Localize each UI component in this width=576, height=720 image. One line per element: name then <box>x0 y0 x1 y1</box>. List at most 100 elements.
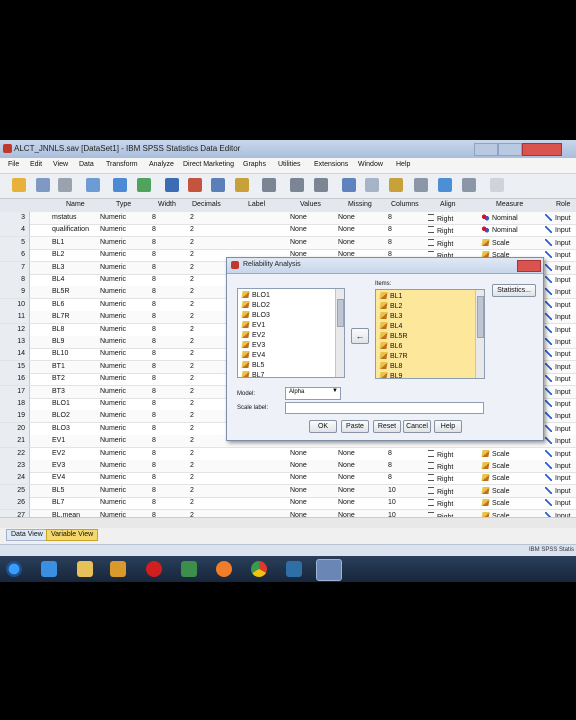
cell-role[interactable]: Input <box>545 238 571 247</box>
cell-columns[interactable]: 10 <box>388 499 396 506</box>
cell-type[interactable]: Numeric <box>100 288 126 295</box>
cell-dec[interactable]: 2 <box>190 400 194 407</box>
row-number[interactable]: 26 <box>0 497 30 510</box>
table-row[interactable]: 26 BL7 Numeric 8 2 None None 10 Right Scale Input <box>0 497 576 511</box>
cell-dec[interactable]: 2 <box>190 301 194 308</box>
menu-graphs[interactable]: Graphs <box>243 161 266 168</box>
cell-type[interactable]: Numeric <box>100 474 126 481</box>
cell-name[interactable]: BL4 <box>52 276 64 283</box>
cell-name[interactable]: BL9 <box>52 338 64 345</box>
source-variable-item[interactable]: BLO1 <box>241 291 270 299</box>
col-header-missing[interactable]: Missing <box>348 201 372 208</box>
cell-role[interactable]: Input <box>545 499 571 507</box>
selected-item[interactable]: BL4 <box>379 322 402 330</box>
cell-type[interactable]: Numeric <box>100 251 126 258</box>
cell-measure[interactable]: Scale <box>481 499 510 507</box>
row-number[interactable]: 15 <box>0 360 30 373</box>
cell-width[interactable]: 8 <box>152 326 156 333</box>
row-number[interactable]: 6 <box>0 249 30 262</box>
row-number[interactable]: 21 <box>0 435 30 448</box>
weight-cases-icon[interactable] <box>365 178 379 192</box>
cell-type[interactable]: Numeric <box>100 239 126 246</box>
cell-dec[interactable]: 2 <box>190 338 194 345</box>
cell-role[interactable]: Input <box>545 350 571 358</box>
cell-missing[interactable]: None <box>338 239 355 246</box>
find-icon[interactable] <box>262 178 276 192</box>
horizontal-scrollbar[interactable] <box>0 517 576 528</box>
cell-dec[interactable]: 2 <box>190 363 194 370</box>
row-number[interactable]: 10 <box>0 298 30 311</box>
col-header-label[interactable]: Label <box>248 201 265 208</box>
menu-utilities[interactable]: Utilities <box>278 161 301 168</box>
cell-width[interactable]: 8 <box>152 388 156 395</box>
cell-dec[interactable]: 2 <box>190 487 194 494</box>
row-number[interactable]: 18 <box>0 398 30 410</box>
cell-dec[interactable]: 2 <box>190 388 194 395</box>
source-variable-item[interactable]: BL5 <box>241 361 264 369</box>
cell-columns[interactable]: 8 <box>388 450 392 457</box>
cell-type[interactable]: Numeric <box>100 264 126 271</box>
cell-width[interactable]: 8 <box>152 251 156 258</box>
cell-align[interactable]: Right <box>428 486 453 496</box>
start-button-icon[interactable] <box>6 561 22 577</box>
cell-width[interactable]: 8 <box>152 474 156 481</box>
cell-name[interactable]: qualification <box>52 226 89 233</box>
open-icon[interactable] <box>12 178 26 192</box>
cell-type[interactable]: Numeric <box>100 338 126 345</box>
menu-window[interactable]: Window <box>358 161 383 168</box>
cell-type[interactable]: Numeric <box>100 301 126 308</box>
cancel-button[interactable]: Cancel <box>403 420 431 433</box>
cell-missing[interactable]: None <box>338 450 355 457</box>
cell-type[interactable]: Numeric <box>100 214 126 221</box>
row-number[interactable]: 5 <box>0 236 30 249</box>
items-list-scroll-thumb[interactable] <box>477 296 484 338</box>
cell-dec[interactable]: 2 <box>190 326 194 333</box>
cell-columns[interactable]: 10 <box>388 487 396 494</box>
cell-name[interactable]: mstatus <box>52 214 77 221</box>
ok-button[interactable]: OK <box>309 420 337 433</box>
cell-type[interactable]: Numeric <box>100 375 126 382</box>
cell-dec[interactable]: 2 <box>190 288 194 295</box>
selected-item[interactable]: BL6 <box>379 342 402 350</box>
cell-width[interactable]: 8 <box>152 301 156 308</box>
cell-name[interactable]: EV4 <box>52 474 65 481</box>
cell-values[interactable]: None <box>290 239 307 246</box>
cell-name[interactable]: BT2 <box>52 375 65 382</box>
cell-name[interactable]: EV3 <box>52 462 65 469</box>
cell-align[interactable]: Right <box>428 214 453 223</box>
row-number[interactable]: 7 <box>0 261 30 274</box>
model-select[interactable]: Alpha ▼ <box>285 387 341 400</box>
split-file-icon[interactable] <box>342 178 356 192</box>
row-number[interactable]: 24 <box>0 472 30 485</box>
row-number[interactable]: 23 <box>0 460 30 472</box>
cell-role[interactable]: Input <box>545 437 571 445</box>
cell-name[interactable]: BL7R <box>52 313 70 320</box>
cell-dec[interactable]: 2 <box>190 412 194 419</box>
cell-values[interactable]: None <box>290 474 307 481</box>
maximize-button[interactable] <box>498 143 522 156</box>
reset-button[interactable]: Reset <box>373 420 401 433</box>
table-row[interactable]: 3 mstatus Numeric 8 2 None None 8 Right Nominal In… <box>0 212 576 225</box>
cell-align[interactable]: Right <box>428 449 453 459</box>
table-row[interactable]: 5 BL1 Numeric 8 2 None None 8 Right Scale Input <box>0 236 576 250</box>
run-descriptives-icon[interactable] <box>235 178 249 192</box>
source-variable-item[interactable]: EV2 <box>241 331 265 339</box>
internet-explorer-icon[interactable] <box>41 561 57 577</box>
scale-label-input[interactable] <box>285 402 484 414</box>
cell-type[interactable]: Numeric <box>100 226 126 233</box>
cell-measure[interactable]: Nominal <box>482 214 518 222</box>
cell-dec[interactable]: 2 <box>190 450 194 457</box>
cell-dec[interactable]: 2 <box>190 474 194 481</box>
undo-icon[interactable] <box>113 178 127 192</box>
cell-align[interactable]: Right <box>428 499 453 508</box>
cell-role[interactable]: Input <box>545 449 571 458</box>
cell-width[interactable]: 8 <box>152 214 156 221</box>
cell-name[interactable]: BL7 <box>52 499 64 506</box>
cell-measure[interactable]: Scale <box>481 238 510 247</box>
cell-role[interactable]: Input <box>545 424 571 433</box>
cell-values[interactable]: None <box>290 214 307 221</box>
menu-help[interactable]: Help <box>396 161 410 168</box>
cell-width[interactable]: 8 <box>152 450 156 457</box>
col-header-type[interactable]: Type <box>116 201 131 208</box>
row-number[interactable]: 13 <box>0 336 30 348</box>
